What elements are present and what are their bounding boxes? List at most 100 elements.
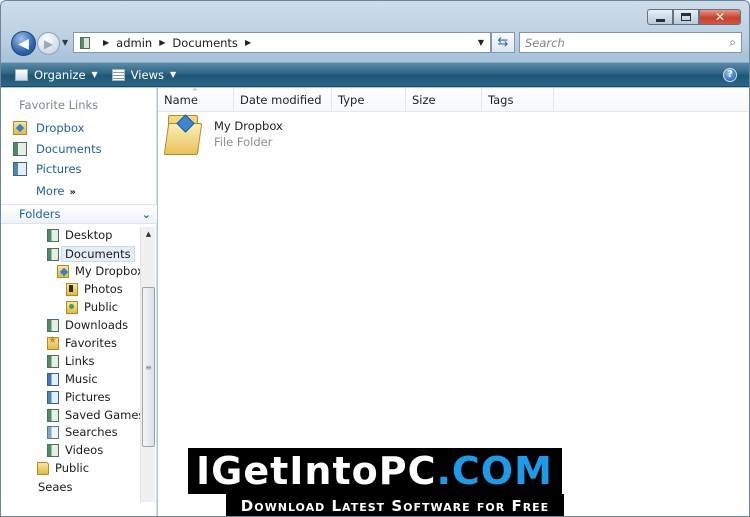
tree-item-label: Saved Games (65, 408, 145, 422)
column-header-name[interactable]: ^ Name (158, 88, 234, 112)
organize-button[interactable]: Organize ▼ (15, 68, 98, 82)
maximize-button[interactable] (673, 9, 699, 25)
tree-item-music[interactable]: Music (47, 372, 98, 386)
close-button[interactable]: ✕ (699, 9, 741, 25)
favorite-link-label: Pictures (36, 162, 82, 176)
tree-item-documents[interactable]: Documents (47, 246, 135, 262)
tree-item-label: Seaes (38, 480, 73, 494)
address-dropdown-icon[interactable]: ▼ (478, 38, 484, 47)
tree-item-public[interactable]: Public (37, 461, 89, 475)
tree-item-photos[interactable]: Photos (66, 282, 123, 296)
tree-item-label: Music (65, 372, 98, 386)
search-box[interactable]: ⌕ (519, 32, 742, 53)
pictures-icon (13, 162, 27, 176)
tree-item-desktop[interactable]: Desktop (47, 228, 112, 242)
watermark-banner: IGetIntoPC. COM Download Latest Software … (188, 448, 564, 516)
computer-icon (80, 36, 90, 49)
breadcrumb-separator[interactable]: ▶ (159, 38, 165, 47)
photos-folder-icon (66, 282, 78, 296)
breadcrumb-separator[interactable]: ▶ (245, 38, 251, 47)
column-header-label: Tags (488, 93, 514, 107)
views-label: Views (130, 67, 164, 82)
downloads-icon (47, 318, 59, 332)
tree-item-searches[interactable]: Searches (47, 425, 118, 439)
tree-item-links[interactable]: Links (47, 354, 95, 368)
tree-item-my-dropbox[interactable]: My Dropbox (57, 264, 144, 278)
refresh-button[interactable]: ⇆ (491, 32, 515, 53)
scroll-thumb[interactable]: ≡ (142, 287, 155, 447)
links-icon (47, 354, 59, 368)
forward-arrow-icon: ▶ (43, 36, 54, 51)
column-headers: ^ Name Date modified Type Size Tags (158, 88, 749, 112)
file-type: File Folder (214, 135, 273, 149)
favorite-link-pictures[interactable]: Pictures (13, 162, 82, 176)
documents-icon (13, 142, 27, 156)
favorite-link-dropbox[interactable]: Dropbox (13, 121, 84, 135)
folders-toggle[interactable]: Folders ⌄ (1, 204, 157, 224)
tree-item-videos[interactable]: Videos (47, 443, 103, 457)
views-icon (111, 68, 125, 81)
address-bar[interactable]: ▶ admin ▶ Documents ▶ ▼ (73, 32, 491, 53)
tree-item-label: Public (84, 300, 119, 314)
views-button[interactable]: Views ▼ (111, 67, 177, 82)
favorites-star-icon (47, 335, 59, 350)
favorite-link-label: Dropbox (36, 121, 85, 135)
tree-item-saved-games[interactable]: Saved Games (47, 408, 144, 422)
more-label: More (36, 184, 65, 198)
favorite-link-documents[interactable]: Documents (13, 142, 102, 156)
tree-item-label: Documents (61, 246, 135, 262)
tree-item-pictures[interactable]: Pictures (47, 390, 111, 404)
desktop-icon (47, 228, 59, 242)
double-chevron-icon: » (69, 187, 76, 198)
more-links-button[interactable]: More » (36, 184, 76, 198)
help-button[interactable]: ? (723, 67, 737, 82)
chevron-down-icon: ▼ (169, 70, 177, 79)
tree-item-label: My Dropbox (75, 264, 144, 278)
command-bar: Organize ▼ Views ▼ ? (1, 62, 749, 87)
file-name: My Dropbox (214, 119, 283, 133)
tree-item-favorites[interactable]: Favorites (47, 335, 117, 350)
documents-icon (47, 247, 59, 261)
minimize-button[interactable] (647, 9, 673, 25)
refresh-icon: ⇆ (497, 35, 509, 50)
breadcrumb-documents[interactable]: Documents (172, 36, 238, 50)
recent-pages-dropdown[interactable]: ▼ (62, 38, 68, 47)
chevron-down-icon: ⌄ (141, 207, 151, 221)
back-arrow-icon: ◀ (18, 35, 29, 52)
favorite-link-label: Documents (36, 142, 102, 156)
back-button[interactable]: ◀ (11, 31, 36, 56)
column-header-date-modified[interactable]: Date modified (234, 88, 332, 112)
favorite-links-header: Favorite Links (19, 98, 99, 112)
scroll-up-arrow-icon[interactable]: ▲ (141, 227, 156, 241)
organize-icon (15, 68, 28, 81)
chevron-down-icon: ▼ (91, 70, 98, 79)
public-folder-icon (66, 300, 78, 314)
column-header-tags[interactable]: Tags (482, 88, 554, 112)
column-header-type[interactable]: Type (332, 88, 406, 112)
tree-item-label: Photos (84, 282, 123, 296)
saved-games-icon (47, 408, 59, 422)
folders-scrollbar[interactable]: ▲ ≡ (140, 227, 155, 502)
file-item-my-dropbox[interactable]: My Dropbox File Folder (163, 113, 306, 159)
grip-icon: ≡ (145, 362, 152, 372)
watermark-brand-tld: COM (451, 449, 553, 493)
watermark-brand-dot: . (436, 449, 452, 493)
breadcrumb-admin[interactable]: admin (116, 36, 152, 50)
search-icon[interactable]: ⌕ (729, 35, 736, 50)
tree-item-label: Links (65, 354, 95, 368)
tree-item-public-dropbox[interactable]: Public (66, 300, 118, 314)
tree-item-downloads[interactable]: Downloads (47, 318, 128, 332)
tree-item-seaes[interactable]: Seaes (38, 480, 73, 494)
column-header-size[interactable]: Size (406, 88, 482, 112)
tree-item-label: Pictures (65, 390, 111, 404)
watermark-brand-main: IGetIntoPC (196, 449, 437, 493)
breadcrumb-separator[interactable]: ▶ (103, 38, 109, 47)
search-input[interactable] (525, 35, 715, 50)
dropbox-folder-icon (57, 264, 69, 278)
dropbox-folder-icon (163, 113, 203, 155)
forward-button[interactable]: ▶ (37, 32, 60, 55)
searches-icon (47, 425, 59, 439)
column-header-label: Date modified (240, 93, 322, 107)
caption-buttons: ✕ (647, 9, 741, 25)
tree-item-label: Videos (65, 443, 104, 457)
